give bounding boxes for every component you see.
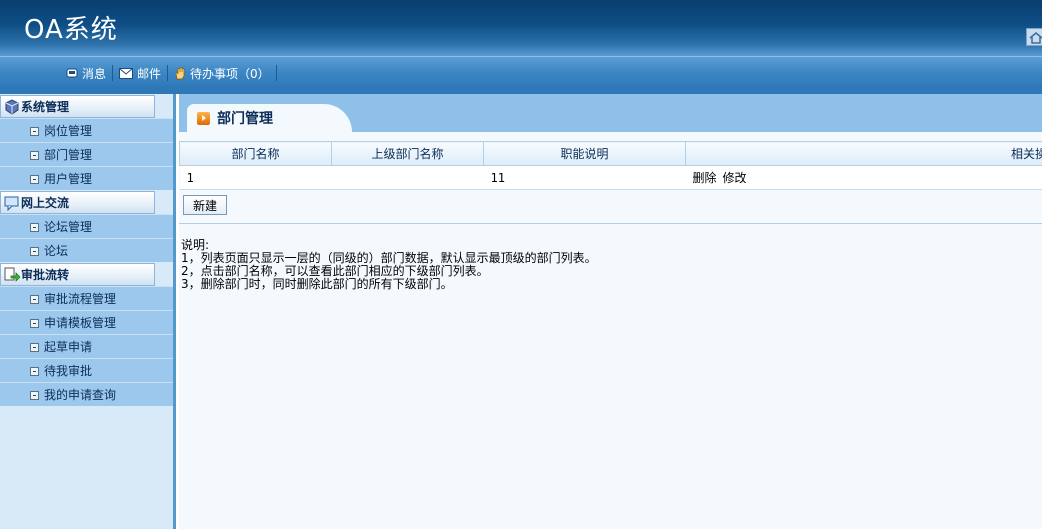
system-icon — [4, 99, 20, 118]
sidebar-item-flow-admin[interactable]: 审批流程管理 — [0, 286, 173, 310]
sidebar-item-label: 审批流程管理 — [44, 292, 117, 306]
bullet-icon — [30, 319, 39, 328]
toolbar-divider — [275, 65, 277, 81]
sidebar-item-label: 论坛 — [44, 244, 69, 258]
bullet-icon — [30, 223, 39, 232]
edit-link[interactable]: 修改 — [723, 171, 747, 185]
column-header-description: 职能说明 — [483, 141, 686, 166]
sidebar-item-label: 用户管理 — [44, 172, 93, 186]
parent-department-cell — [331, 165, 484, 190]
bullet-icon — [30, 367, 39, 376]
hand-icon — [174, 66, 186, 80]
sidebar-item-label: 部门管理 — [44, 148, 93, 162]
top-toolbar: 消息 邮件 待办事项（0） — [0, 56, 1042, 88]
bullet-icon — [30, 343, 39, 352]
sidebar-item-draft-application[interactable]: 起草申请 — [0, 334, 173, 358]
delete-link[interactable]: 删除 — [693, 171, 717, 185]
sidebar-item-label: 起草申请 — [44, 340, 93, 354]
todo-label: 待办事项（0） — [190, 66, 270, 81]
home-icon[interactable] — [1026, 28, 1042, 46]
sidebar-group-label: 系统管理 — [21, 100, 70, 114]
sidebar-item-positions[interactable]: 岗位管理 — [0, 118, 173, 142]
sidebar-menu: 系统管理 岗位管理 部门管理 用户管理 网上交流 论坛管理 论坛 审批流转 审批… — [0, 94, 176, 529]
column-header-operations: 相关操作 — [685, 141, 1042, 166]
bullet-icon — [30, 151, 39, 160]
new-department-button[interactable]: 新建 — [183, 195, 227, 215]
department-table: 部门名称 上级部门名称 职能说明 相关操作 1 11 删除修改 — [179, 141, 1042, 190]
main-content: 部门管理 部门名称 上级部门名称 职能说明 相关操作 1 11 删除 — [179, 94, 1042, 529]
sidebar-item-users[interactable]: 用户管理 — [0, 166, 173, 190]
description-cell: 11 — [483, 165, 686, 190]
column-header-parent: 上级部门名称 — [331, 141, 484, 166]
title-band: 部门管理 — [179, 94, 1042, 132]
page-title: 部门管理 — [217, 111, 273, 127]
sidebar-item-label: 待我审批 — [44, 364, 93, 378]
app-logo: OA系统 — [24, 15, 118, 45]
sidebar-group-label: 网上交流 — [21, 196, 70, 210]
bullet-icon — [30, 391, 39, 400]
bullet-icon — [30, 127, 39, 136]
sidebar-group-communication[interactable]: 网上交流 — [0, 191, 155, 214]
page-title-tab: 部门管理 — [187, 104, 352, 132]
sidebar-item-my-applications[interactable]: 我的申请查询 — [0, 382, 173, 406]
instructions-text: 说明: 1，列表页面只显示一层的（同级的）部门数据，默认显示最顶级的部门列表。 … — [181, 239, 597, 291]
sidebar-item-template-admin[interactable]: 申请模板管理 — [0, 310, 173, 334]
bullet-icon — [30, 175, 39, 184]
play-icon — [197, 111, 210, 125]
header-banner: OA系统 — [0, 0, 1042, 56]
sidebar-item-departments[interactable]: 部门管理 — [0, 142, 173, 166]
sidebar-item-label: 岗位管理 — [44, 124, 93, 138]
flow-icon — [4, 267, 21, 286]
todo-link[interactable]: 待办事项（0） — [168, 64, 276, 82]
sidebar-item-pending-approval[interactable]: 待我审批 — [0, 358, 173, 382]
column-header-name: 部门名称 — [179, 141, 332, 166]
sidebar-item-forum-admin[interactable]: 论坛管理 — [0, 214, 173, 238]
operations-cell: 删除 修改 — [685, 165, 1042, 190]
action-bar: 新建 — [179, 190, 1042, 224]
sidebar-group-approval[interactable]: 审批流转 — [0, 263, 155, 286]
table-row: 1 11 删除 修改 — [179, 165, 1042, 190]
sidebar-item-label: 申请模板管理 — [44, 316, 117, 330]
mail-link[interactable]: 邮件 — [113, 64, 167, 82]
message-icon — [66, 67, 78, 79]
messages-label: 消息 — [82, 66, 107, 81]
chat-icon — [4, 195, 20, 214]
bullet-icon — [30, 247, 39, 256]
sidebar-item-label: 论坛管理 — [44, 220, 93, 234]
bullet-icon — [30, 295, 39, 304]
department-name-cell[interactable]: 1 — [179, 165, 332, 190]
sidebar-item-label: 我的申请查询 — [44, 388, 117, 402]
table-header-row: 部门名称 上级部门名称 职能说明 相关操作 — [179, 141, 1042, 166]
sidebar-group-system[interactable]: 系统管理 — [0, 95, 155, 118]
mail-label: 邮件 — [137, 66, 162, 81]
sidebar-item-forum[interactable]: 论坛 — [0, 238, 173, 262]
messages-link[interactable]: 消息 — [60, 64, 112, 82]
mail-icon — [119, 67, 134, 79]
department-table-area: 部门名称 上级部门名称 职能说明 相关操作 1 11 删除修改 — [179, 141, 1042, 190]
notes-line: 3，删除部门时，同时删除此部门的所有下级部门。 — [181, 277, 453, 291]
sidebar-group-label: 审批流转 — [21, 268, 70, 282]
